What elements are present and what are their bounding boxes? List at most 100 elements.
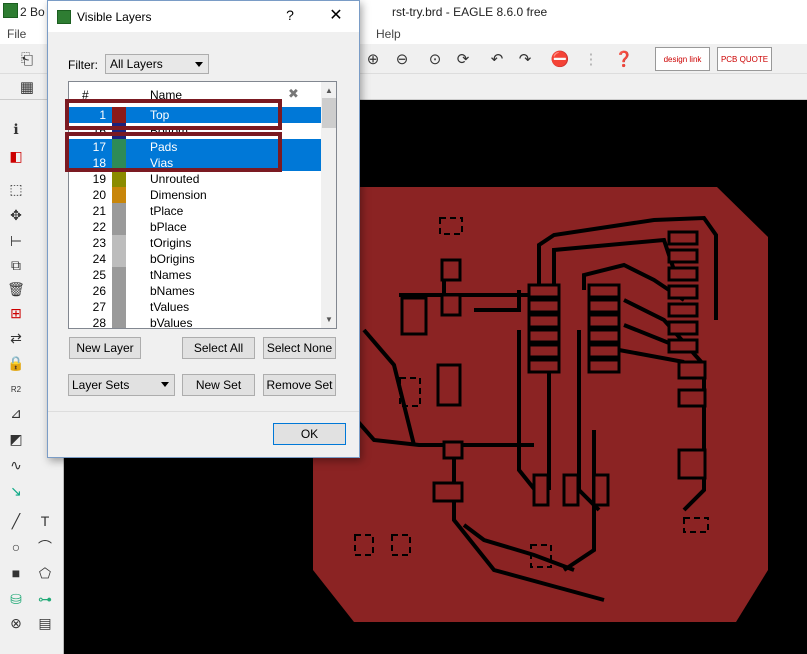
help-icon[interactable]: ❓ [613, 48, 635, 70]
layer-row[interactable]: 19 Unrouted [69, 171, 321, 187]
list-scrollbar[interactable]: ▲ ▼ [321, 82, 336, 328]
name-icon[interactable]: R2 [5, 378, 27, 400]
layer-number: 27 [92, 300, 106, 314]
select-none-button[interactable]: Select None [263, 337, 336, 359]
highlight-box-pads-vias [65, 132, 282, 172]
smd-pad [527, 328, 561, 344]
stop-icon[interactable]: ⛔ [549, 48, 571, 70]
add-icon[interactable]: ⊞ [5, 302, 27, 324]
ok-button[interactable]: OK [273, 423, 346, 445]
scroll-thumb[interactable] [322, 98, 336, 128]
select-icon[interactable]: ⬚ [5, 178, 27, 200]
layer-name: Unrouted [150, 172, 200, 186]
signal-icon[interactable]: ⊶ [34, 588, 56, 610]
attribute-icon[interactable]: ▤ [34, 612, 56, 634]
smd-pad [527, 298, 561, 314]
layer-color-swatch[interactable] [112, 251, 126, 267]
open-icon[interactable]: ⎗ [16, 48, 38, 70]
smd-pad [587, 328, 621, 344]
layer-color-swatch[interactable] [112, 235, 126, 251]
help-button[interactable]: ? [280, 7, 300, 27]
layer-name: bPlace [150, 220, 187, 234]
value-icon[interactable]: ⊿ [5, 402, 27, 424]
smd-pad [442, 440, 464, 460]
go-icon[interactable]: ⋮ [580, 48, 602, 70]
layer-color-swatch[interactable] [112, 267, 126, 283]
text-icon[interactable]: T [34, 510, 56, 532]
filter-dropdown[interactable]: All Layers [105, 54, 209, 74]
layer-row[interactable]: 20 Dimension [69, 187, 321, 203]
via-icon[interactable]: ⛁ [5, 588, 27, 610]
arc-icon[interactable]: ⌒ [34, 536, 56, 558]
layer-number: 24 [92, 252, 106, 266]
layer-name: tValues [150, 300, 190, 314]
visible-layers-dialog: Visible Layers ? ✕ Filter: All Layers # … [47, 0, 360, 458]
layer-color-swatch[interactable] [112, 203, 126, 219]
smd-pad [400, 296, 428, 336]
layer-color-swatch[interactable] [112, 283, 126, 299]
route-icon[interactable]: ↘ [5, 480, 27, 502]
smd-pad [587, 343, 621, 359]
layer-color-swatch[interactable] [112, 315, 126, 328]
menu-help[interactable]: Help [376, 27, 401, 41]
layer-number: 28 [92, 316, 106, 329]
select-all-button[interactable]: Select All [182, 337, 255, 359]
document-tab[interactable]: 2 Bo [20, 5, 45, 19]
layer-color-swatch[interactable] [112, 299, 126, 315]
smd-pad [587, 358, 621, 374]
scroll-down-icon[interactable]: ▼ [325, 315, 333, 324]
move-icon[interactable]: ✥ [5, 204, 27, 226]
replace-icon[interactable]: ⇄ [5, 327, 27, 349]
layer-row[interactable]: 23 tOrigins [69, 235, 321, 251]
zoom-out-icon[interactable]: ⊖ [391, 48, 413, 70]
zoom-select-icon[interactable]: ⊙ [424, 48, 446, 70]
layer-number: 20 [92, 188, 106, 202]
layer-sets-dropdown[interactable]: Layer Sets [68, 374, 175, 396]
align-icon[interactable]: ⊢ [5, 230, 27, 252]
meander-icon[interactable]: ∿ [5, 454, 27, 476]
new-layer-button[interactable]: New Layer [69, 337, 141, 359]
display-layers-icon[interactable]: ◧ [5, 145, 27, 167]
layer-row[interactable]: 24 bOrigins [69, 251, 321, 267]
layer-color-swatch[interactable] [112, 219, 126, 235]
rect-icon[interactable]: ■ [5, 562, 27, 584]
hole-icon[interactable]: ⊗ [5, 612, 27, 634]
info-icon[interactable]: ℹ [5, 118, 27, 140]
smd-pad [436, 363, 462, 407]
circle-icon[interactable]: ○ [5, 536, 27, 558]
layer-row[interactable]: 28 bValues [69, 315, 321, 329]
layer-row[interactable]: 26 bNames [69, 283, 321, 299]
zoom-in-icon[interactable]: ⊕ [362, 48, 384, 70]
smash-icon[interactable]: ◩ [5, 428, 27, 450]
remove-set-button[interactable]: Remove Set [263, 374, 336, 396]
filter-label: Filter: [68, 58, 98, 72]
layer-name: tPlace [150, 204, 184, 218]
layer-row[interactable]: 27 tValues [69, 299, 321, 315]
smd-pad [592, 473, 610, 507]
pcb-quote-button[interactable]: PCB QUOTE [717, 47, 772, 71]
redo-icon[interactable]: ↷ [514, 48, 536, 70]
redraw-icon[interactable]: ⟳ [452, 48, 474, 70]
highlight-box-top [65, 99, 282, 130]
delete-icon[interactable]: 🗑 [5, 278, 27, 300]
close-button[interactable]: ✕ [324, 5, 348, 27]
layer-name: bValues [150, 316, 193, 329]
clear-icon[interactable]: ✖ [288, 86, 299, 102]
layer-row[interactable]: 22 bPlace [69, 219, 321, 235]
scroll-up-icon[interactable]: ▲ [325, 86, 333, 95]
new-set-button[interactable]: New Set [182, 374, 255, 396]
layer-color-swatch[interactable] [112, 187, 126, 203]
layer-color-swatch[interactable] [112, 171, 126, 187]
layer-row[interactable]: 25 tNames [69, 267, 321, 283]
polygon-icon[interactable]: ⬠ [34, 562, 56, 584]
lock-icon[interactable]: 🔒 [5, 352, 27, 374]
layer-row[interactable]: 21 tPlace [69, 203, 321, 219]
copy-icon[interactable]: ⧉ [5, 254, 27, 276]
smd-pad [527, 358, 561, 374]
design-link-button[interactable]: design link [655, 47, 710, 71]
line-icon[interactable]: ╱ [5, 510, 27, 532]
dialog-titlebar: Visible Layers ? ✕ [48, 1, 359, 32]
undo-icon[interactable]: ↶ [486, 48, 508, 70]
grid-icon[interactable]: ▦ [16, 76, 38, 98]
menu-file[interactable]: File [7, 27, 26, 41]
